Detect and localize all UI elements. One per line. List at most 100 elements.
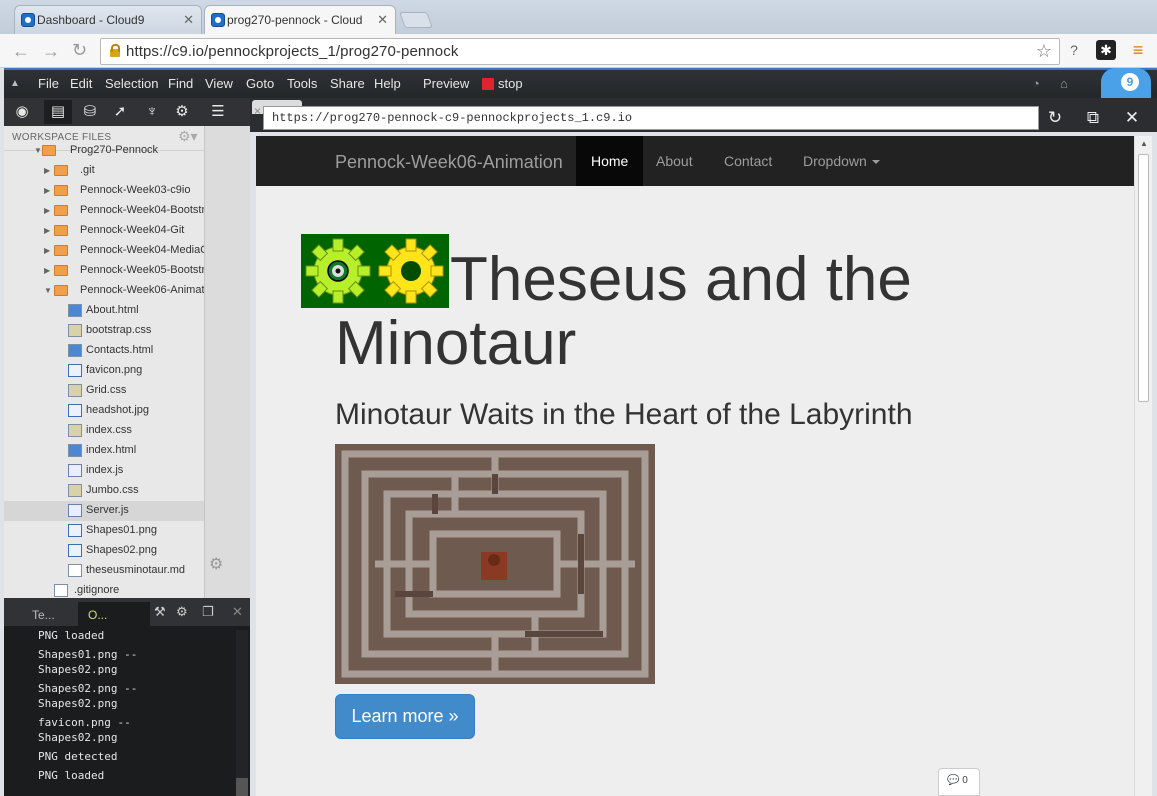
menu-goto[interactable]: Goto xyxy=(246,76,274,91)
tab-output[interactable]: O... xyxy=(78,602,150,626)
collapsed-arrow-icon[interactable]: ▶ xyxy=(44,206,50,215)
help-icon[interactable]: ? xyxy=(1064,40,1084,60)
tree-folder[interactable]: ▶ .git xyxy=(4,161,204,181)
settings-gear-icon[interactable]: ⚙ xyxy=(168,100,196,124)
collapsed-arrow-icon[interactable]: ▶ xyxy=(44,226,50,235)
gutter-gear-icon[interactable]: ⚙ xyxy=(209,554,223,574)
menu-share[interactable]: Share xyxy=(330,76,365,91)
maximize-icon[interactable]: ❐ xyxy=(202,604,214,620)
tree-file[interactable]: About.html xyxy=(4,301,204,321)
menu-view[interactable]: View xyxy=(205,76,233,91)
preview-reload-icon[interactable]: ↻ xyxy=(1040,104,1070,132)
collapsed-arrow-icon[interactable]: ▶ xyxy=(44,246,50,255)
close-tab-icon[interactable]: ✕ xyxy=(183,12,194,28)
workspace-files-icon[interactable]: ▤ xyxy=(44,100,72,124)
output-console: PNG loaded Shapes01.png -- Shapes02.png … xyxy=(4,626,250,796)
browser-tab-prog270[interactable]: prog270-pennock - Cloud ✕ xyxy=(204,5,396,34)
sidebar-gutter: ⚙ xyxy=(204,126,250,598)
tree-file[interactable]: favicon.png xyxy=(4,361,204,381)
folder-icon xyxy=(54,265,68,276)
md-file-icon xyxy=(68,564,82,577)
new-tab-button[interactable] xyxy=(399,12,433,28)
nav-contact[interactable]: Contact xyxy=(709,136,787,186)
nav-home[interactable]: Home xyxy=(576,136,644,186)
tree-file[interactable]: Shapes01.png xyxy=(4,521,204,541)
address-url[interactable]: https://c9.io/pennockprojects_1/prog270-… xyxy=(126,43,458,60)
expanded-arrow-icon[interactable]: ▼ xyxy=(44,286,52,295)
eye-icon[interactable]: ◉ xyxy=(8,100,36,124)
console-scroll-thumb[interactable] xyxy=(236,778,248,796)
folder-icon xyxy=(42,145,56,156)
stop-icon[interactable] xyxy=(482,78,494,90)
cloud9-logo-icon[interactable] xyxy=(1101,68,1151,98)
menu-help[interactable]: Help xyxy=(374,76,401,91)
preview-url-input[interactable]: https://prog270-pennock-c9-pennockprojec… xyxy=(263,106,1039,130)
collapsed-arrow-icon[interactable]: ▶ xyxy=(44,186,50,195)
collapsed-arrow-icon[interactable]: ▶ xyxy=(44,166,50,175)
close-console-icon[interactable]: ✕ xyxy=(232,604,243,620)
collapse-icon[interactable]: ▲ xyxy=(10,78,20,89)
tree-folder[interactable]: ▶ Pennock-Week03-c9io xyxy=(4,181,204,201)
collapsed-arrow-icon[interactable]: ▶ xyxy=(44,266,50,275)
console-line: PNG loaded xyxy=(38,629,105,642)
broom-icon[interactable]: ⚒ xyxy=(154,604,166,620)
tree-file[interactable]: Contacts.html xyxy=(4,341,204,361)
tree-folder[interactable]: ▶ Pennock-Week04-Git xyxy=(4,221,204,241)
outline-icon[interactable]: ☰ xyxy=(204,100,232,124)
popout-icon[interactable]: ⧉ xyxy=(1078,104,1108,132)
browser-tab-dashboard[interactable]: Dashboard - Cloud9 ✕ xyxy=(14,5,202,34)
nav-dropdown[interactable]: Dropdown xyxy=(788,136,895,186)
speed-icon[interactable]: ◔ xyxy=(1032,76,1040,91)
close-preview-tab-icon[interactable]: × xyxy=(254,104,261,118)
tree-folder[interactable]: ▶ Pennock-Week04-Bootstrap xyxy=(4,201,204,221)
debug-icon[interactable]: ♆ xyxy=(138,100,166,124)
png-file-icon xyxy=(68,544,82,557)
forward-icon[interactable]: → xyxy=(42,41,60,62)
tree-file[interactable]: Grid.css xyxy=(4,381,204,401)
console-scrollbar[interactable] xyxy=(236,630,248,796)
preview-button[interactable]: Preview xyxy=(423,76,469,91)
tab-terminal[interactable]: Te... xyxy=(22,602,65,626)
close-preview-icon[interactable]: ✕ xyxy=(1117,104,1147,132)
tree-file[interactable]: bootstrap.css xyxy=(4,321,204,341)
tree-file[interactable]: Jumbo.css xyxy=(4,481,204,501)
stop-button[interactable]: stop xyxy=(498,76,523,91)
reload-icon[interactable]: ↻ xyxy=(72,40,87,61)
tree-item-label: Pennock-Week04-Bootstrap xyxy=(80,204,204,216)
site-brand[interactable]: Pennock-Week06-Animation xyxy=(335,152,563,173)
chrome-menu-icon[interactable]: ≡ xyxy=(1128,40,1148,60)
scroll-up-icon[interactable]: ▲ xyxy=(1140,139,1148,148)
tree-folder[interactable]: ▼ Pennock-Week06-Animation xyxy=(4,281,204,301)
drive-icon[interactable]: ⛁ xyxy=(76,100,104,124)
tree-file[interactable]: .gitignore xyxy=(4,581,204,598)
back-icon[interactable]: ← xyxy=(12,41,30,62)
tree-folder[interactable]: ▶ Pennock-Week05-Bootstrap xyxy=(4,261,204,281)
menu-edit[interactable]: Edit xyxy=(70,76,92,91)
close-tab-icon[interactable]: ✕ xyxy=(377,12,388,28)
expanded-arrow-icon[interactable]: ▼ xyxy=(34,146,42,155)
tree-file[interactable]: index.js xyxy=(4,461,204,481)
menu-file[interactable]: File xyxy=(38,76,59,91)
preview-scrollbar[interactable]: ▲ xyxy=(1134,136,1152,796)
tree-file[interactable]: Server.js xyxy=(4,501,204,521)
tree-file[interactable]: headshot.jpg xyxy=(4,401,204,421)
menu-find[interactable]: Find xyxy=(168,76,193,91)
tree-file[interactable]: index.html xyxy=(4,441,204,461)
menu-selection[interactable]: Selection xyxy=(105,76,158,91)
tree-file[interactable]: theseusminotaur.md xyxy=(4,561,204,581)
bookmark-star-icon[interactable]: ☆ xyxy=(1036,41,1052,62)
address-bar[interactable]: https://c9.io/pennockprojects_1/prog270-… xyxy=(100,38,1060,65)
preview-scroll-thumb[interactable] xyxy=(1138,154,1149,402)
extension-icon[interactable]: ✱ xyxy=(1096,40,1116,60)
nav-about[interactable]: About xyxy=(641,136,708,186)
console-gear-icon[interactable]: ⚙ xyxy=(176,604,188,620)
home-icon[interactable]: ⌂ xyxy=(1060,76,1068,91)
comment-badge[interactable]: 💬 0 xyxy=(938,768,980,796)
tree-file[interactable]: Shapes02.png xyxy=(4,541,204,561)
learn-more-button[interactable]: Learn more » xyxy=(335,694,475,739)
tree-folder[interactable]: ▶ Pennock-Week04-MediaQue xyxy=(4,241,204,261)
menu-tools[interactable]: Tools xyxy=(287,76,317,91)
tree-folder[interactable]: ▼ Prog270-Pennock xyxy=(4,141,204,161)
tree-file[interactable]: index.css xyxy=(4,421,204,441)
run-icon[interactable]: ➚ xyxy=(106,100,134,124)
